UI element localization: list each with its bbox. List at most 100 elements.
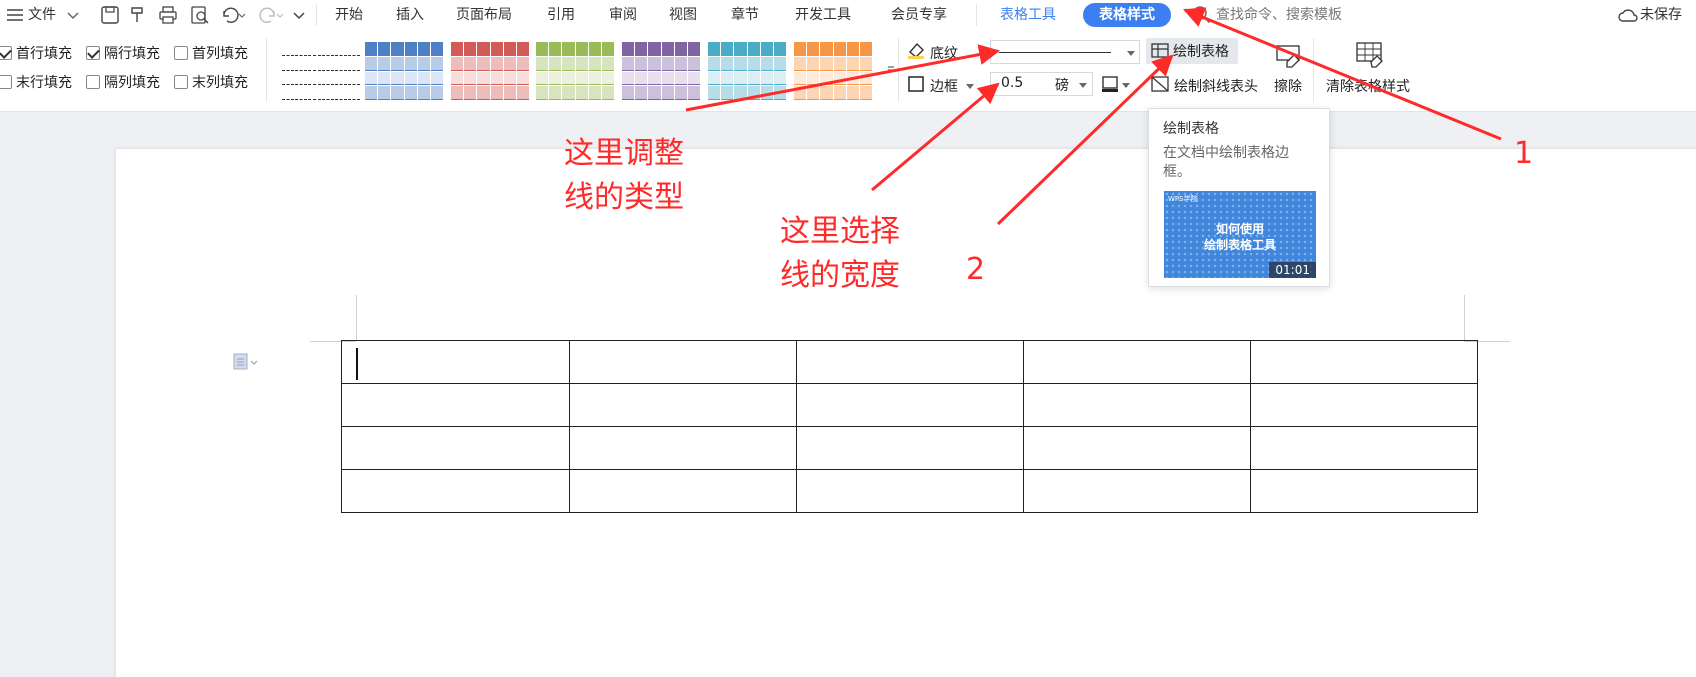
checkbox-last-row-fill[interactable]: 末行填充 <box>0 72 72 92</box>
checkbox-unchecked-icon[interactable] <box>174 75 188 89</box>
border-color-icon[interactable] <box>1100 74 1120 94</box>
table-style-swatch[interactable] <box>622 42 700 100</box>
checkbox-first-column-fill[interactable]: 首列填充 <box>174 43 248 63</box>
checkbox-banded-rows[interactable]: 隔行填充 <box>86 43 160 63</box>
clear-table-style-icon[interactable] <box>1355 40 1385 68</box>
table-cell[interactable] <box>796 426 1024 470</box>
table-cell[interactable] <box>341 340 570 384</box>
checkbox-checked-icon[interactable] <box>0 46 12 60</box>
tutorial-video-thumbnail[interactable]: WPS学院 如何使用 绘制表格工具 01:01 <box>1164 191 1316 278</box>
table-style-swatch[interactable] <box>282 42 360 100</box>
table-cell[interactable] <box>1023 383 1251 427</box>
annotation-text: 线的类型 <box>564 180 684 215</box>
tab-references[interactable]: 引用 <box>547 3 575 27</box>
ribbon-divider <box>898 38 899 102</box>
gallery-more-icon[interactable] <box>886 58 906 78</box>
checkbox-label: 首列填充 <box>192 46 248 62</box>
table-cell[interactable] <box>796 340 1024 384</box>
table-cell[interactable] <box>1023 426 1251 470</box>
redo-icon[interactable] <box>258 5 284 25</box>
print-icon[interactable] <box>158 5 178 25</box>
tab-chapter[interactable]: 章节 <box>731 3 759 27</box>
table-cell[interactable] <box>1250 469 1478 513</box>
checkbox-banded-columns[interactable]: 隔列填充 <box>86 72 160 92</box>
line-style-preview <box>999 52 1111 53</box>
table-cell[interactable] <box>1250 340 1478 384</box>
table-row <box>341 426 1478 470</box>
table-style-swatch[interactable] <box>536 42 614 100</box>
checkbox-unchecked-icon[interactable] <box>86 75 100 89</box>
table-cell[interactable] <box>341 426 570 470</box>
line-width-dropdown[interactable]: 0.5 磅 <box>990 72 1093 96</box>
table-style-swatch[interactable] <box>794 42 872 100</box>
table-cell[interactable] <box>1250 426 1478 470</box>
shading-icon[interactable] <box>906 40 926 60</box>
checkbox-checked-icon[interactable] <box>86 46 100 60</box>
save-icon[interactable] <box>100 5 120 25</box>
border-icon[interactable] <box>906 74 926 94</box>
chevron-down-icon[interactable] <box>966 84 974 89</box>
table-cell[interactable] <box>569 469 797 513</box>
checkbox-label: 首行填充 <box>16 46 72 62</box>
draw-diagonal-icon[interactable] <box>1150 74 1170 94</box>
crop-mark <box>356 295 357 341</box>
table-style-swatch[interactable] <box>451 42 529 100</box>
chevron-down-icon[interactable] <box>1079 83 1087 88</box>
draw-diagonal-header-button[interactable]: 绘制斜线表头 <box>1174 76 1258 96</box>
annotation-text: 线的宽度 <box>780 258 900 293</box>
customize-toolbar-icon[interactable] <box>292 5 312 25</box>
table-cell[interactable] <box>1250 383 1478 427</box>
save-status[interactable]: 未保存 <box>1640 4 1682 26</box>
tab-table-style[interactable]: 表格样式 <box>1083 3 1171 27</box>
checkbox-last-column-fill[interactable]: 末列填充 <box>174 72 248 92</box>
tab-review[interactable]: 审阅 <box>609 3 637 27</box>
table-style-swatch[interactable] <box>708 42 786 100</box>
table-cell[interactable] <box>569 340 797 384</box>
tab-view[interactable]: 视图 <box>669 3 697 27</box>
tab-member[interactable]: 会员专享 <box>891 3 947 27</box>
clear-table-style-button[interactable]: 清除表格样式 <box>1326 76 1410 96</box>
table-style-swatch[interactable] <box>365 42 443 100</box>
line-width-value[interactable]: 0.5 <box>1001 75 1023 91</box>
paragraph-layout-icon[interactable] <box>232 352 258 372</box>
checkbox-unchecked-icon[interactable] <box>0 75 12 89</box>
table-cell[interactable] <box>796 469 1024 513</box>
shading-label[interactable]: 底纹 <box>930 43 958 63</box>
hamburger-menu-icon[interactable] <box>6 5 26 25</box>
table-cell[interactable] <box>1023 469 1251 513</box>
table-cell[interactable] <box>341 383 570 427</box>
checkbox-unchecked-icon[interactable] <box>174 46 188 60</box>
border-label[interactable]: 边框 <box>930 76 958 96</box>
eraser-icon[interactable] <box>1275 42 1303 70</box>
draw-table-button[interactable]: 绘制表格 <box>1146 38 1238 64</box>
tab-table-tools[interactable]: 表格工具 <box>1000 3 1056 27</box>
chevron-down-icon[interactable] <box>1122 83 1130 88</box>
text-cursor <box>356 348 358 380</box>
format-painter-icon[interactable] <box>128 5 148 25</box>
document-table[interactable] <box>341 340 1478 513</box>
checkbox-first-row-fill[interactable]: 首行填充 <box>0 43 72 63</box>
tab-page-layout[interactable]: 页面布局 <box>456 3 512 27</box>
table-cell[interactable] <box>796 383 1024 427</box>
table-cell[interactable] <box>1023 340 1251 384</box>
table-cell[interactable] <box>569 426 797 470</box>
table-cell[interactable] <box>341 469 570 513</box>
tab-insert[interactable]: 插入 <box>396 3 424 27</box>
search-icon[interactable] <box>1192 5 1212 25</box>
tooltip-title: 绘制表格 <box>1163 121 1219 137</box>
file-menu[interactable]: 文件 <box>28 4 56 26</box>
undo-icon[interactable] <box>220 5 246 25</box>
line-style-dropdown[interactable] <box>990 40 1140 64</box>
annotation-text: 这里选择 <box>780 214 900 249</box>
video-duration: 01:01 <box>1269 262 1316 278</box>
chevron-down-icon[interactable] <box>1127 51 1135 56</box>
cloud-icon[interactable] <box>1617 5 1638 25</box>
search-input[interactable]: 查找命令、搜索模板 <box>1216 4 1342 26</box>
tab-home[interactable]: 开始 <box>335 3 363 27</box>
erase-button[interactable]: 擦除 <box>1274 76 1302 96</box>
menu-divider <box>976 4 977 26</box>
tab-developer[interactable]: 开发工具 <box>795 3 851 27</box>
chevron-down-icon[interactable] <box>66 5 86 25</box>
print-preview-icon[interactable] <box>190 5 210 25</box>
table-cell[interactable] <box>569 383 797 427</box>
